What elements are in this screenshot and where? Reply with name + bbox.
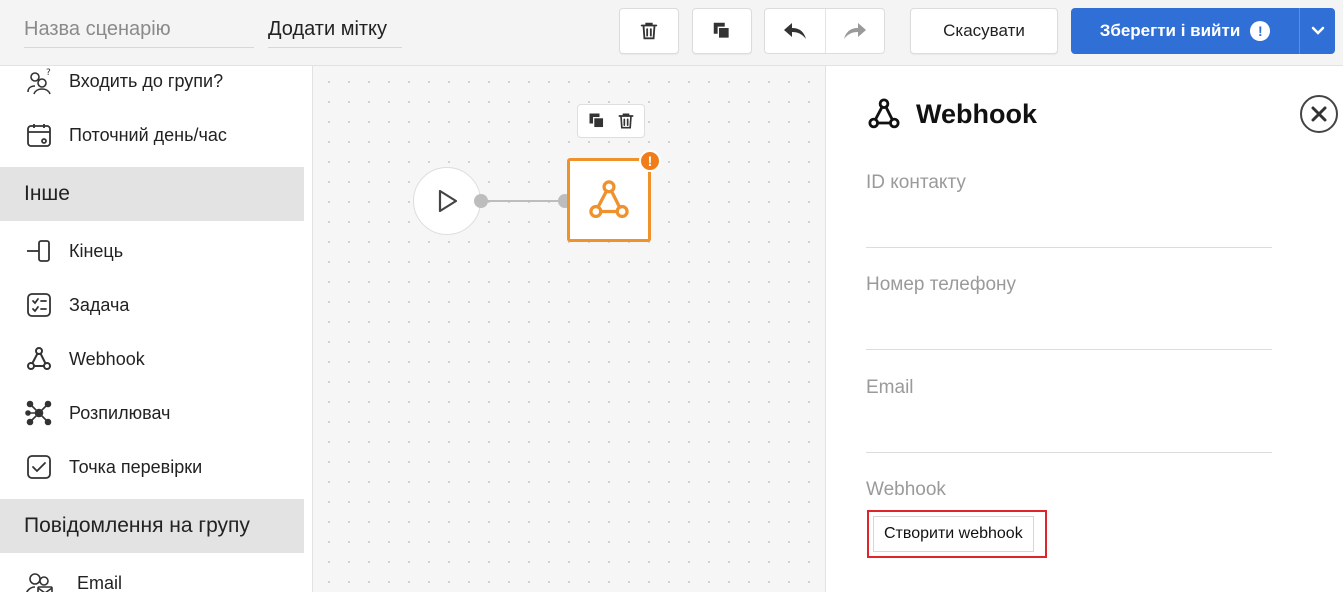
- palette-section-group-message: Повідомлення на групу: [0, 499, 304, 553]
- end-icon: [24, 236, 54, 266]
- splitter-icon: [24, 398, 54, 428]
- phone-number-input[interactable]: [866, 310, 1272, 350]
- group-email-icon: [24, 568, 54, 592]
- phone-number-field: Номер телефону: [866, 274, 1272, 350]
- save-and-exit-group: Зберегти і вийти !: [1071, 8, 1335, 54]
- palette-item-webhook[interactable]: Webhook: [0, 332, 305, 386]
- add-tag-button[interactable]: Додати мітку: [268, 12, 402, 48]
- block-settings-panel: Webhook ID контакту Номер телефону Email…: [825, 66, 1343, 592]
- webhook-node[interactable]: [567, 158, 651, 242]
- node-copy-button[interactable]: [584, 108, 610, 134]
- webhook-icon: [24, 344, 54, 374]
- save-options-dropdown[interactable]: [1299, 8, 1335, 54]
- webhook-icon: [589, 180, 629, 219]
- copy-icon: [589, 113, 604, 129]
- save-and-exit-label: Зберегти і вийти: [1099, 21, 1241, 40]
- cancel-button[interactable]: Скасувати: [910, 8, 1058, 54]
- chevron-down-icon: [1311, 26, 1324, 35]
- undo-icon: [783, 23, 806, 39]
- scenario-name-input[interactable]: [24, 12, 254, 48]
- undo-button[interactable]: [765, 9, 825, 53]
- start-node-output-port[interactable]: [474, 194, 488, 208]
- palette-item-current-datetime[interactable]: Поточний день/час: [0, 108, 305, 162]
- palette-item-label: Точка перевірки: [69, 456, 203, 477]
- play-icon: [438, 189, 458, 213]
- panel-title: Webhook: [916, 98, 1037, 129]
- email-field: Email: [866, 377, 1272, 453]
- palette-item-end[interactable]: Кінець: [0, 224, 305, 278]
- create-webhook-highlight: Створити webhook: [867, 510, 1047, 558]
- panel-header: Webhook: [866, 94, 1037, 134]
- field-label: Webhook: [866, 479, 946, 500]
- start-node[interactable]: [413, 167, 481, 235]
- webhook-icon: [868, 98, 900, 129]
- trash-icon: [640, 22, 658, 40]
- undo-redo-group: [764, 8, 885, 54]
- palette-item-in-group[interactable]: ? Входить до групи?: [0, 66, 305, 108]
- save-and-exit-button[interactable]: Зберегти і вийти !: [1071, 8, 1299, 54]
- redo-icon: [843, 23, 866, 39]
- checkpoint-icon: [24, 452, 54, 482]
- copy-button[interactable]: [692, 8, 752, 54]
- redo-button[interactable]: [824, 9, 885, 53]
- palette-item-splitter[interactable]: Розпилювач: [0, 386, 305, 440]
- copy-icon: [713, 22, 731, 40]
- palette-item-label: Задача: [69, 294, 130, 315]
- webhook-field: Webhook: [866, 479, 1272, 501]
- palette-item-label: Webhook: [69, 348, 145, 369]
- field-label: ID контакту: [866, 172, 966, 193]
- contact-id-field: ID контакту: [866, 172, 1272, 248]
- delete-button[interactable]: [619, 8, 679, 54]
- alert-icon: !: [1250, 21, 1271, 41]
- palette-item-task[interactable]: Задача: [0, 278, 305, 332]
- node-warning-badge: !: [639, 150, 661, 172]
- node-connector: [481, 200, 566, 202]
- palette-item-label: Кінець: [69, 240, 124, 261]
- close-icon: [1311, 106, 1327, 122]
- calendar-clock-icon: [24, 120, 54, 150]
- node-toolbar: [577, 104, 645, 138]
- field-label: Номер телефону: [866, 274, 1017, 295]
- email-input[interactable]: [866, 413, 1272, 453]
- scenario-canvas[interactable]: !: [313, 66, 825, 592]
- top-bar: Додати мітку Скасувати Зберегти і вийти …: [0, 0, 1343, 66]
- group-question-icon: ?: [24, 66, 54, 96]
- close-panel-button[interactable]: [1300, 95, 1338, 133]
- field-label: Email: [866, 377, 914, 398]
- palette-item-label: Email: [77, 572, 123, 592]
- trash-icon: [618, 113, 633, 129]
- node-delete-button[interactable]: [613, 108, 639, 134]
- palette-item-label: Розпилювач: [69, 402, 171, 423]
- palette-item-label: Поточний день/час: [69, 124, 227, 145]
- create-webhook-button[interactable]: Створити webhook: [873, 516, 1034, 552]
- palette-item-group-email[interactable]: Email: [0, 556, 305, 592]
- block-palette: ? Входить до групи? Поточний день/час Ін…: [0, 66, 313, 592]
- palette-section-other: Інше: [0, 167, 304, 221]
- task-checklist-icon: [24, 290, 54, 320]
- contact-id-input[interactable]: [866, 208, 1272, 248]
- palette-item-label: Входить до групи?: [69, 70, 224, 91]
- palette-item-checkpoint[interactable]: Точка перевірки: [0, 440, 305, 494]
- svg-text:?: ?: [46, 68, 51, 78]
